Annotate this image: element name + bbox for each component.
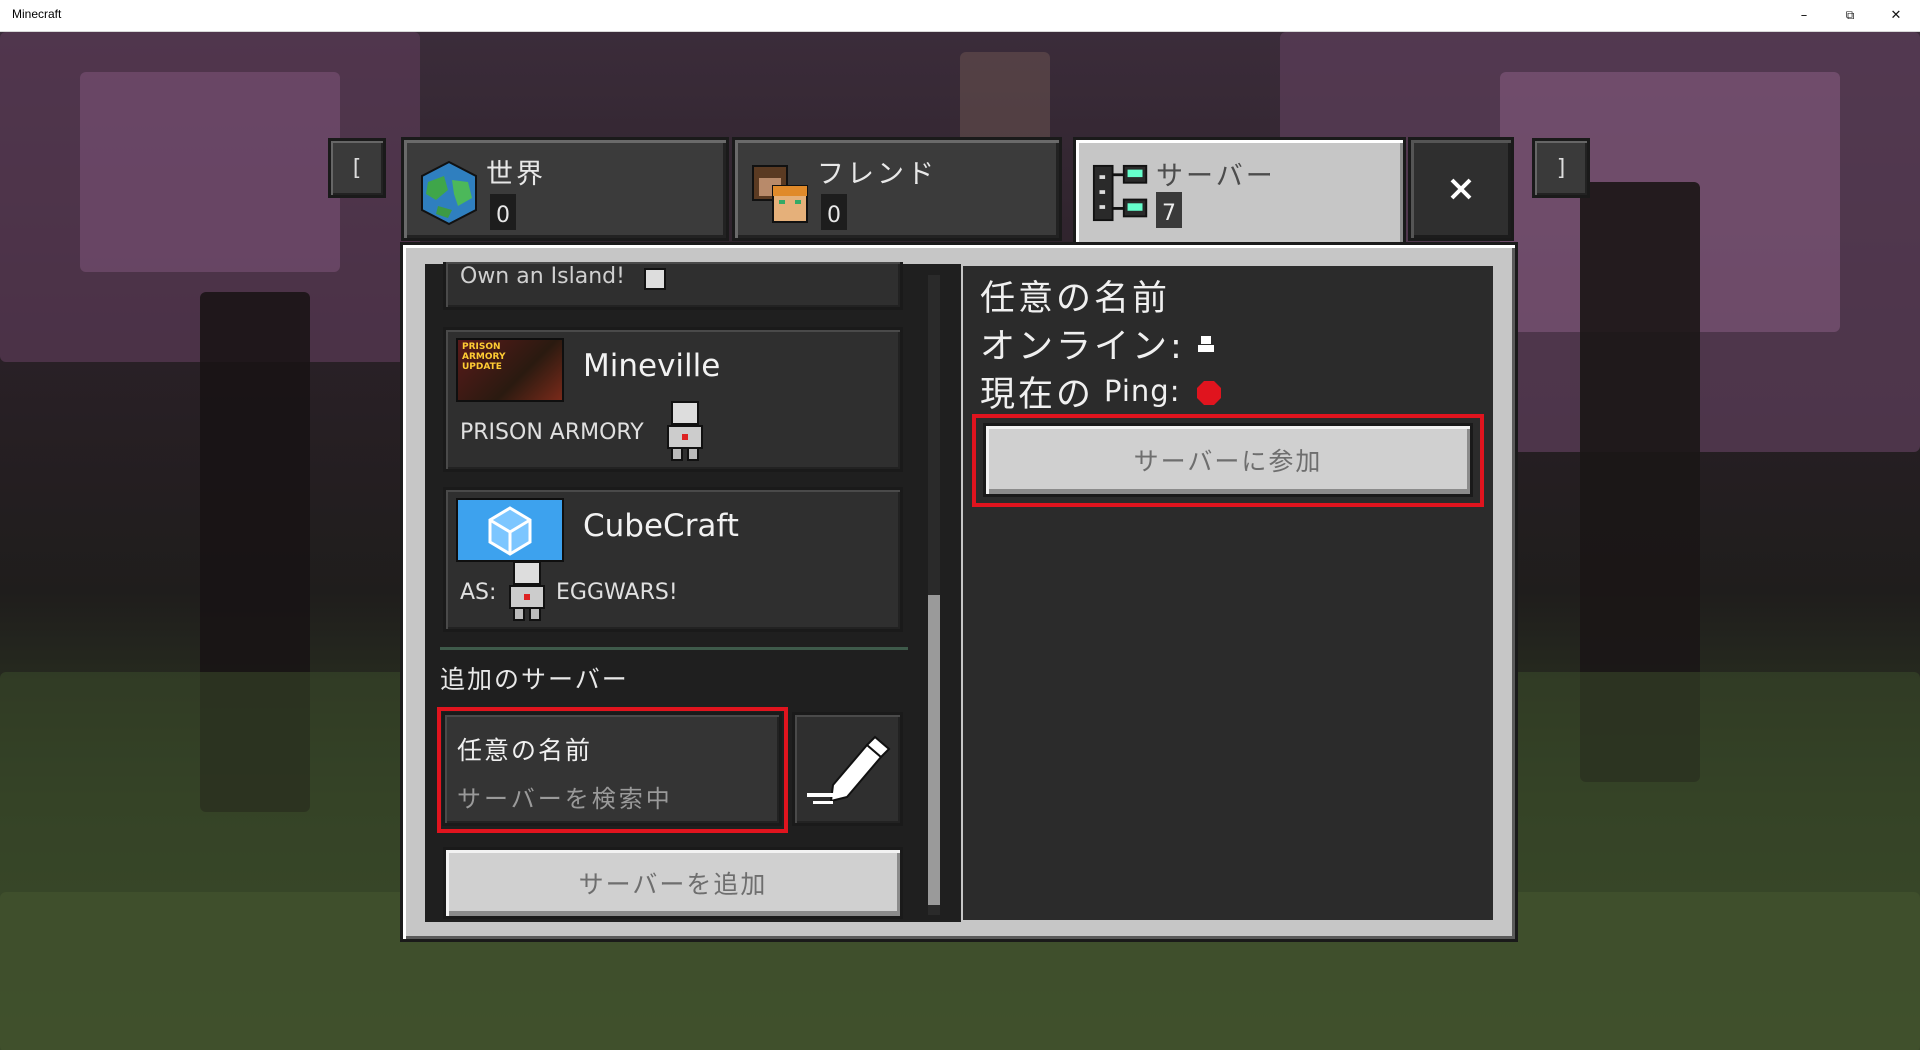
server-card-partial[interactable]: Own an Island! bbox=[443, 262, 903, 310]
highlight-box-additional-server bbox=[437, 707, 788, 833]
close-button[interactable] bbox=[1408, 137, 1514, 241]
server-name: CubeCraft bbox=[583, 508, 739, 544]
server-subtitle-suffix: EGGWARS! bbox=[556, 580, 678, 605]
friends-icon bbox=[752, 165, 808, 223]
additional-servers-heading: 追加のサーバー bbox=[440, 665, 629, 694]
server-thumbnail bbox=[456, 498, 564, 562]
add-server-button[interactable]: サーバーを追加 bbox=[443, 847, 903, 919]
server-card-cubecraft[interactable]: CubeCraft AS: EGGWARS! bbox=[443, 487, 903, 632]
tab-friends-label: フレンド bbox=[817, 159, 937, 190]
divider bbox=[440, 647, 908, 650]
tab-friends[interactable]: フレンド 0 bbox=[732, 137, 1062, 241]
server-icon bbox=[1092, 164, 1148, 222]
close-window-button[interactable]: ✕ bbox=[1873, 0, 1919, 31]
details-online-label: オンライン: bbox=[980, 327, 1185, 367]
server-card-partial-name: Own an Island! bbox=[460, 264, 625, 289]
tab-servers[interactable]: サーバー 7 bbox=[1073, 137, 1406, 245]
globe-icon bbox=[421, 160, 477, 226]
tab-friends-count: 0 bbox=[821, 194, 847, 230]
player-icon bbox=[667, 401, 703, 461]
tab-worlds[interactable]: 世界 0 bbox=[401, 137, 729, 241]
left-bumper-button[interactable]: [ bbox=[328, 138, 386, 198]
tab-servers-count: 7 bbox=[1156, 192, 1182, 228]
player-icon bbox=[644, 268, 666, 290]
tab-worlds-label: 世界 bbox=[486, 159, 546, 190]
server-thumbnail: PRISON ARMORY UPDATE bbox=[456, 338, 564, 402]
details-server-name: 任意の名前 bbox=[980, 279, 1171, 319]
pencil-icon bbox=[807, 735, 891, 804]
window-titlebar: Minecraft – ⧉ ✕ bbox=[0, 0, 1920, 32]
details-ping-label: Ping: bbox=[1104, 374, 1181, 408]
thumbnail-text: PRISON ARMORY UPDATE bbox=[462, 342, 506, 372]
player-count-icon bbox=[1198, 336, 1214, 352]
tab-servers-label: サーバー bbox=[1156, 161, 1276, 192]
server-list-scroll-thumb[interactable] bbox=[928, 595, 940, 905]
maximize-button[interactable]: ⧉ bbox=[1827, 0, 1873, 31]
server-name: Mineville bbox=[583, 348, 721, 384]
server-card-mineville[interactable]: PRISON ARMORY UPDATE Mineville PRISON AR… bbox=[443, 327, 903, 472]
tab-worlds-count: 0 bbox=[490, 194, 516, 230]
server-subtitle: PRISON ARMORY bbox=[460, 420, 644, 445]
close-icon bbox=[1450, 178, 1472, 200]
edit-server-button[interactable] bbox=[792, 712, 903, 826]
minimize-button[interactable]: – bbox=[1781, 0, 1827, 31]
highlight-box-join-button bbox=[972, 414, 1484, 507]
right-bumper-button[interactable]: ] bbox=[1532, 138, 1590, 198]
server-subtitle-prefix: AS: bbox=[460, 580, 497, 605]
ping-status-icon bbox=[1197, 381, 1221, 405]
player-icon bbox=[509, 561, 545, 621]
details-ping-label-jp: 現在の bbox=[980, 375, 1095, 415]
window-title: Minecraft bbox=[12, 7, 62, 21]
